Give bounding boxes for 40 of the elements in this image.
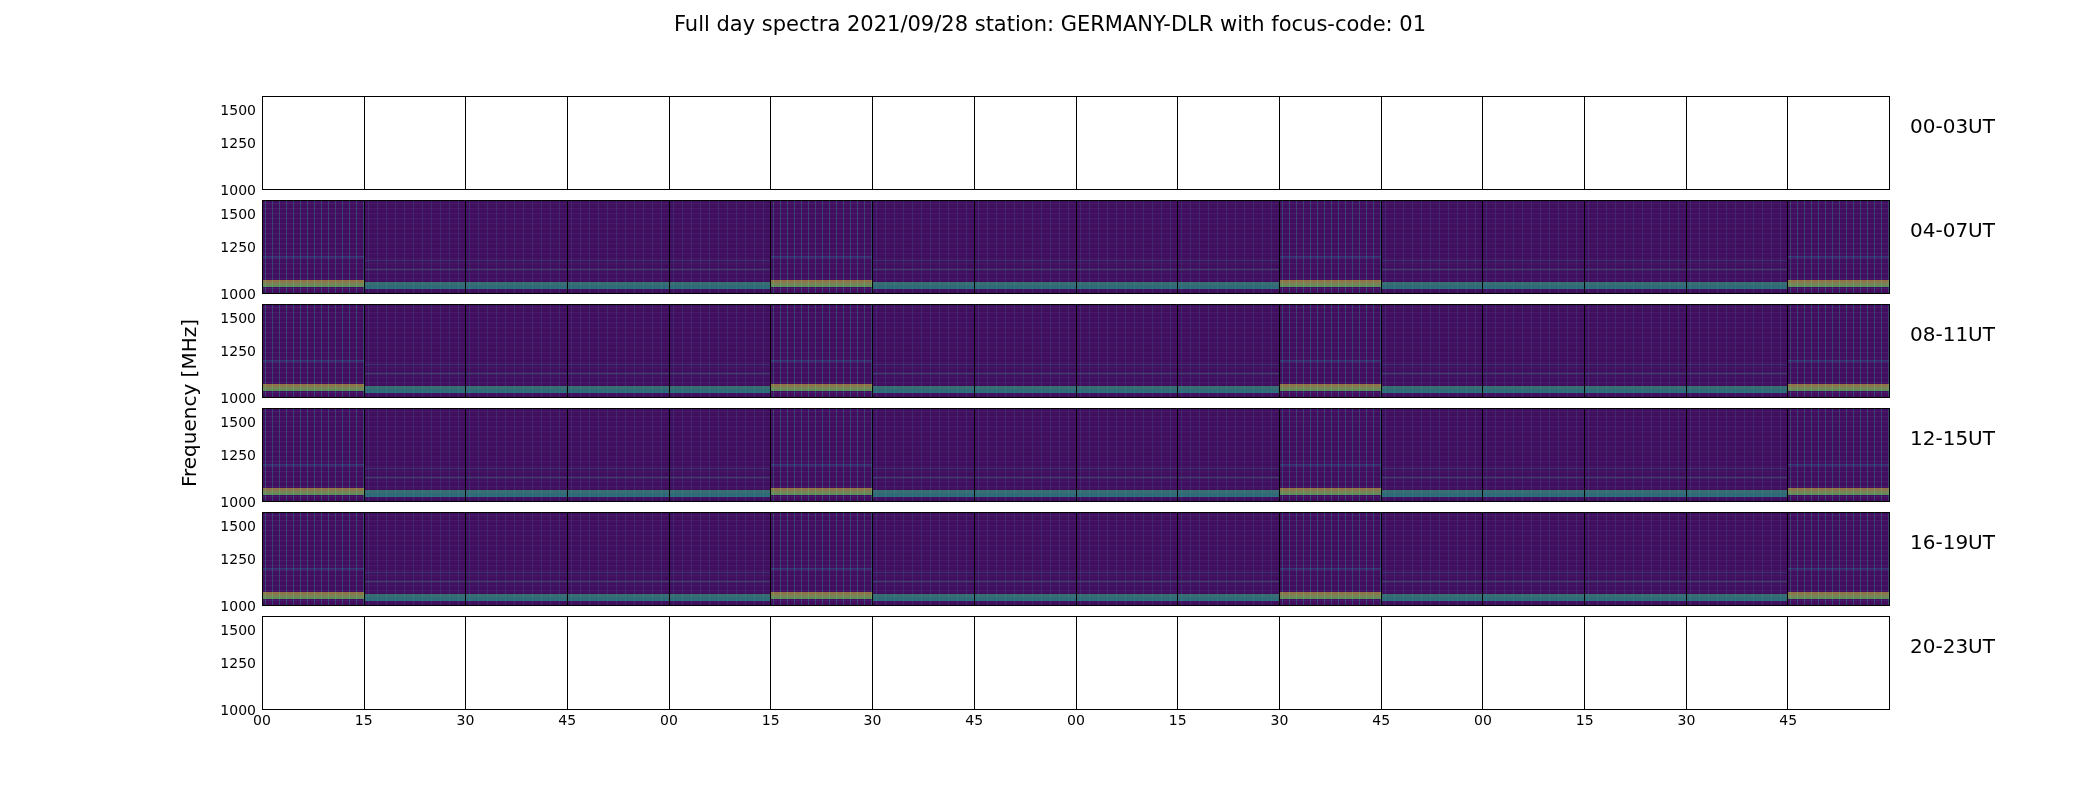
axis-tick-label: 1000 <box>220 494 256 510</box>
axis-tick-label: 1000 <box>220 286 256 302</box>
axis-tick-label: 30 <box>1270 712 1289 728</box>
axis-tick-label: 45 <box>965 712 984 728</box>
axis-tick-label: 1500 <box>220 414 256 431</box>
axis-tick-label: 30 <box>1677 712 1696 728</box>
axis-tick-label: 1000 <box>220 598 256 614</box>
axis-tick-label: 00 <box>1474 712 1492 728</box>
axis-tick-label: 1000 <box>220 390 256 406</box>
axis-tick-label: 1250 <box>220 655 256 671</box>
row-label: 04-07UT <box>1910 217 1995 244</box>
axis-tick-label: 15 <box>1575 712 1594 728</box>
axis-tick-label: 45 <box>1372 712 1391 728</box>
axis-tick-label: 1250 <box>220 135 256 151</box>
axis-tick-label: 1000 <box>220 182 256 198</box>
axis-tick-label: 1500 <box>220 206 256 223</box>
axis-tick-label: 15 <box>354 712 373 728</box>
axis-label: Frequency [MHz] <box>178 318 200 488</box>
axis-tick-label: 15 <box>761 712 780 728</box>
axis-tick-label: 1250 <box>220 239 256 255</box>
row-label: 16-19UT <box>1910 529 1995 556</box>
axis-tick-label: 1250 <box>220 551 256 567</box>
axis-tick-label: 45 <box>558 712 577 728</box>
chart-title: Full day spectra 2021/09/28 station: GERMANY-DLR with focus-code: 01 <box>672 11 1428 38</box>
axis-tick-label: 1500 <box>220 310 256 327</box>
axis-tick-label: 30 <box>456 712 475 728</box>
axis-tick-label: 30 <box>863 712 882 728</box>
axis-tick-label: 15 <box>1168 712 1187 728</box>
axis-tick-label: 45 <box>1779 712 1798 728</box>
row-label: 20-23UT <box>1910 633 1995 660</box>
row-label: 12-15UT <box>1910 425 1995 452</box>
row-label: 00-03UT <box>1910 113 1995 140</box>
axis-tick-label: 1500 <box>220 622 256 639</box>
axis-tick-label: 00 <box>1067 712 1085 728</box>
axis-tick-label: 1250 <box>220 343 256 359</box>
axis-tick-label: 1500 <box>220 102 256 119</box>
axis-tick-label: 00 <box>660 712 678 728</box>
row-label: 08-11UT <box>1910 321 1995 348</box>
axis-tick-label: 1500 <box>220 518 256 535</box>
axis-tick-label: 1250 <box>220 447 256 463</box>
